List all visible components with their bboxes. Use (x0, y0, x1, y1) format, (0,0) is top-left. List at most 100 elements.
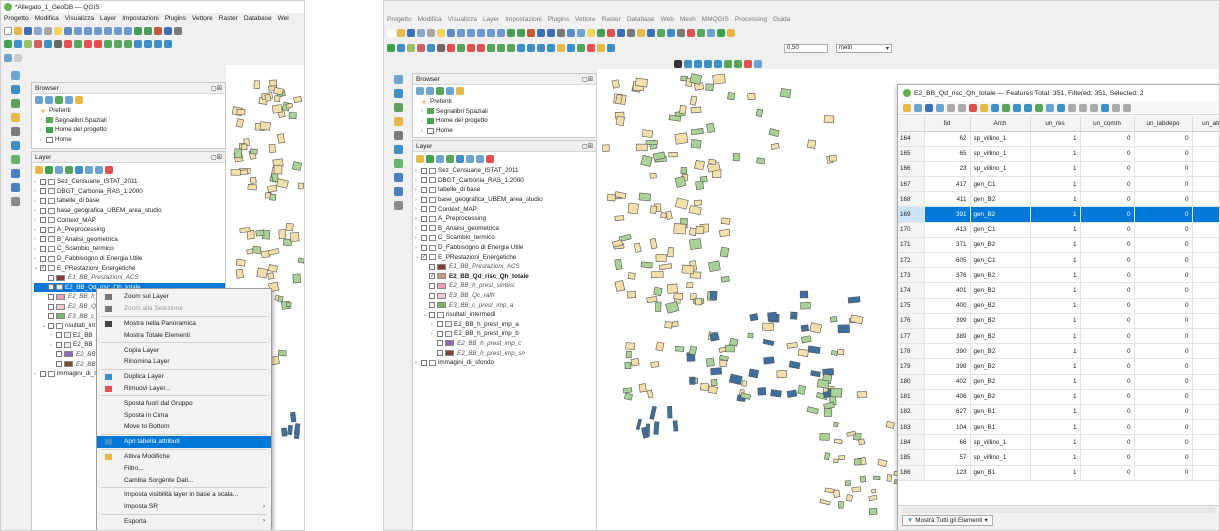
column-header-un-labdepo[interactable]: un_labdepo (1134, 116, 1193, 132)
cell-un-labdepo[interactable]: 0 (1134, 252, 1193, 269)
table-row[interactable]: 173 376 gen_B2 1 0 0 (898, 267, 1219, 284)
cell-un-atr[interactable] (1192, 222, 1219, 238)
layer-visibility-checkbox[interactable] (40, 370, 46, 377)
add-layer-icon[interactable] (467, 44, 475, 52)
cell-arch[interactable]: gen_B2 (970, 206, 1031, 223)
layer-visibility-checkbox[interactable] (56, 351, 62, 358)
menu-database[interactable]: Database (244, 15, 272, 22)
cell-un-atr[interactable] (1192, 267, 1219, 284)
cell-un-res[interactable]: 1 (1030, 176, 1081, 193)
row-number[interactable]: 169 (898, 206, 925, 223)
digitize-icon[interactable] (497, 44, 505, 52)
zoom-layer-icon[interactable] (114, 27, 122, 35)
menu-vettore[interactable]: Vettore (575, 16, 596, 23)
move-selection-top-icon[interactable] (1057, 103, 1065, 112)
add-group-icon[interactable] (45, 166, 53, 174)
layer-visibility-checkbox[interactable]: ✓ (429, 273, 435, 280)
context-menu-item[interactable]: Imposta visibilità layer in base a scala… (97, 489, 271, 501)
cell-un-res[interactable]: 1 (1030, 449, 1081, 466)
save-edits-icon[interactable] (407, 44, 415, 52)
menu-impostazioni[interactable]: Impostazioni (122, 15, 159, 22)
reload-icon[interactable] (936, 103, 944, 112)
layer-row[interactable]: E2_BB_h_prest_imp_sn (415, 348, 596, 358)
curve-icon[interactable] (694, 60, 702, 68)
layer-row[interactable]: › B_Analisi_geometrica (34, 235, 225, 245)
layer-row[interactable]: E1_BB_Prestazioni_ACS (415, 262, 596, 272)
layer-row[interactable]: › Context_MAP (415, 204, 596, 214)
row-number[interactable]: 185 (898, 449, 925, 466)
cell-un-res[interactable]: 1 (1030, 313, 1081, 329)
add-gpkg-icon[interactable] (10, 127, 20, 136)
table-row[interactable]: 176 399 gen_B2 1 0 0 (898, 313, 1219, 329)
cell-fid[interactable]: 411 (924, 191, 971, 208)
cell-un-atr[interactable] (1192, 343, 1219, 360)
pan-icon[interactable] (427, 29, 435, 37)
select-icon[interactable] (477, 29, 485, 37)
delete-field-icon[interactable] (1101, 103, 1109, 112)
layer-row[interactable]: › base_geografica_UBEM_area_studio (34, 206, 225, 216)
cell-fid[interactable]: 402 (924, 374, 971, 390)
menu-modifica[interactable]: Modifica (418, 16, 442, 23)
cell-arch[interactable]: gen_B1 (970, 419, 1031, 436)
column-header-arch[interactable]: Arch (970, 116, 1031, 132)
cell-un-atr[interactable] (1192, 465, 1219, 481)
zoom-in-icon[interactable] (677, 29, 685, 37)
paste-icon[interactable] (991, 103, 999, 112)
context-menu-item[interactable]: Sposta fuori dal Gruppo (97, 397, 271, 409)
toolbox-icon[interactable] (14, 54, 22, 62)
table-row[interactable]: 182 627 gen_B1 1 0 0 (898, 404, 1219, 421)
cell-arch[interactable]: sp_villino_1 (970, 449, 1031, 466)
add-postgis-icon[interactable] (44, 40, 52, 48)
layer-visibility-checkbox[interactable] (421, 186, 427, 193)
table-row[interactable]: 181 406 gen_B2 1 0 0 (898, 389, 1219, 405)
add-layer-icon[interactable] (393, 75, 403, 84)
browser-item-bookmarks[interactable]: › Segnalibri Spaziali (421, 107, 596, 117)
add-wms-layer-icon[interactable] (10, 169, 20, 178)
cell-un-labdepo[interactable]: 0 (1134, 465, 1193, 481)
layer-visibility-checkbox[interactable] (437, 330, 443, 337)
layer-visibility-checkbox[interactable]: ✓ (48, 284, 54, 291)
add-spatialite-icon[interactable] (54, 40, 62, 48)
attribute-table-grid[interactable]: fid Arch un_res un_comm un_labdepo un_at… (898, 116, 1219, 505)
layer-row[interactable]: ⌄ risultati_intermedi (415, 310, 596, 320)
identify-icon[interactable] (697, 29, 705, 37)
settings-icon[interactable] (754, 60, 762, 68)
cell-un-labdepo[interactable]: 0 (1134, 313, 1193, 329)
row-number[interactable]: 171 (898, 237, 925, 254)
copy-icon[interactable] (980, 103, 988, 112)
cell-un-labdepo[interactable]: 0 (1134, 328, 1193, 345)
cell-un-res[interactable]: 1 (1030, 298, 1081, 314)
layer-visibility-checkbox[interactable] (40, 245, 46, 252)
label-icon[interactable] (617, 29, 625, 37)
cell-un-comm[interactable]: 0 (1080, 404, 1135, 421)
cell-un-comm[interactable]: 0 (1080, 252, 1135, 269)
layer-visibility-checkbox[interactable] (56, 332, 62, 339)
cell-un-res[interactable]: 1 (1030, 343, 1081, 360)
add-wfs-icon[interactable] (10, 155, 20, 164)
layer-row[interactable]: ✓ E2_BB_Qd_risc_Qh_totale (415, 272, 596, 282)
vertex-tool-icon[interactable] (104, 40, 112, 48)
cell-un-labdepo[interactable]: 0 (1134, 358, 1193, 375)
pan-map-icon[interactable] (54, 27, 62, 35)
cell-fid[interactable]: 65 (924, 146, 971, 162)
menu-visualizza[interactable]: Visualizza (448, 16, 477, 23)
row-number[interactable]: 165 (898, 146, 925, 162)
cell-un-atr[interactable] (1192, 282, 1219, 299)
cell-arch[interactable]: gen_B2 (970, 313, 1031, 329)
table-row[interactable]: 172 605 gen_C1 1 0 0 (898, 252, 1219, 269)
select-icon[interactable] (717, 29, 725, 37)
layer-row[interactable]: › C_Scambio_termico (34, 244, 225, 254)
cell-un-atr[interactable] (1192, 146, 1219, 162)
row-number[interactable]: 181 (898, 389, 925, 405)
layer-visibility-checkbox[interactable] (56, 361, 62, 368)
corner-cell[interactable] (898, 116, 925, 132)
layer-row[interactable]: E3_BB_c_prest_imp_a (415, 300, 596, 310)
cell-un-labdepo[interactable]: 0 (1134, 374, 1193, 390)
row-number[interactable]: 168 (898, 191, 925, 208)
layer-visibility-checkbox[interactable] (421, 234, 427, 241)
cell-un-res[interactable]: 1 (1030, 389, 1081, 405)
zoom-rubber-icon[interactable] (94, 27, 102, 35)
cell-un-comm[interactable]: 0 (1080, 176, 1135, 193)
toggle-editing-icon[interactable] (903, 103, 911, 112)
cell-arch[interactable]: sp_villino_1 (970, 131, 1031, 147)
